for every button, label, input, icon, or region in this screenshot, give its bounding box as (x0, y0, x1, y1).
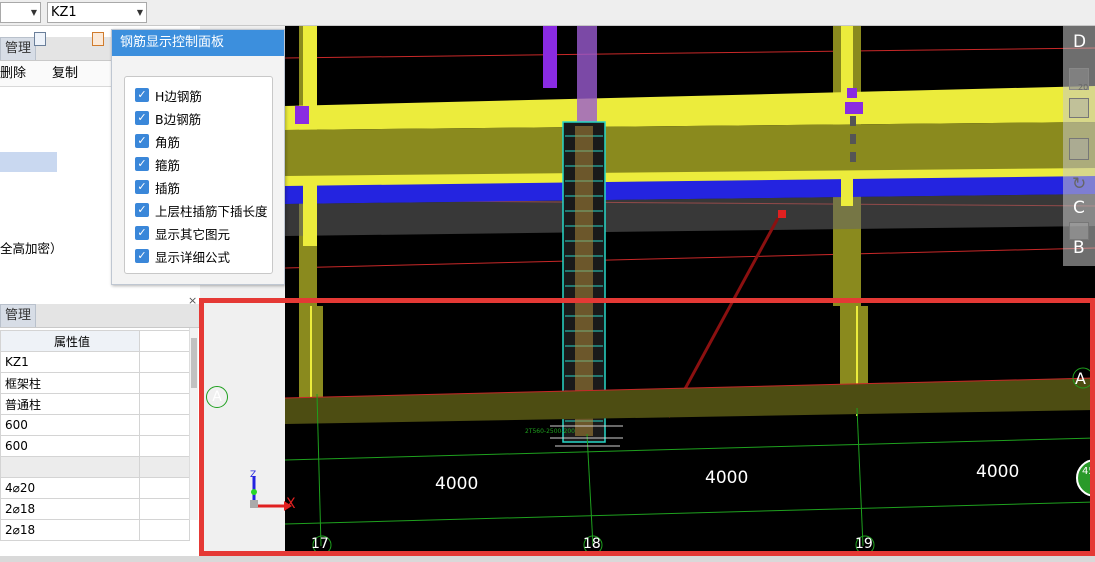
prop-value[interactable]: 4⌀20 (0, 477, 140, 499)
checkbox-checked-icon[interactable]: ✓ (135, 180, 149, 194)
selected-list-item[interactable] (0, 152, 57, 172)
tab-manage[interactable]: 管理 (0, 37, 37, 60)
prop-value[interactable]: 2⌀18 (0, 498, 140, 520)
props-header-extra (139, 330, 190, 352)
copy-icon (34, 32, 46, 46)
purple-element (543, 26, 557, 88)
option-corner-rebar[interactable]: ✓ 角筋 (135, 131, 180, 151)
rotate-icon[interactable]: ↻ (1072, 174, 1086, 194)
purple-element (847, 88, 857, 98)
prop-value (0, 456, 140, 478)
delete-button[interactable]: 删除 (0, 61, 26, 87)
prop-extra (139, 456, 190, 478)
red-grid-line (285, 47, 1095, 59)
column-right-mid (841, 176, 853, 206)
purple-element (845, 102, 863, 114)
checkbox-checked-icon[interactable]: ✓ (135, 111, 149, 125)
prop-value[interactable]: 600 (0, 435, 140, 457)
props-header-value: 属性值 (0, 330, 140, 352)
option-label: B边钢筋 (155, 111, 202, 127)
view-toolbar: D 20 ↻ C B (1063, 26, 1095, 266)
option-label: 显示其它图元 (155, 226, 231, 242)
table-row[interactable]: 普通柱 (0, 393, 190, 415)
prop-extra (139, 351, 190, 373)
option-label: 上层柱插筋下插长度 (155, 203, 268, 219)
properties-table: 属性值 KZ1 框架柱 普通柱 600 600 4⌀20 2⌀18 2⌀18 (0, 330, 190, 541)
checkbox-checked-icon[interactable]: ✓ (135, 226, 149, 240)
checkbox-checked-icon[interactable]: ✓ (135, 88, 149, 102)
table-row[interactable]: 4⌀20 (0, 477, 190, 499)
option-show-other[interactable]: ✓ 显示其它图元 (135, 223, 230, 243)
option-upper-dowel-length[interactable]: ✓ 上层柱插筋下插长度 (135, 200, 268, 220)
view-label-d[interactable]: D (1073, 32, 1086, 52)
option-label: 显示详细公式 (155, 249, 231, 265)
purple-element (577, 26, 597, 126)
box-view-icon[interactable] (1069, 138, 1089, 160)
option-label: 插筋 (155, 180, 181, 196)
component-combo[interactable]: KZ1 ▼ (47, 2, 147, 23)
table-row[interactable]: 600 (0, 435, 190, 457)
list-item-text: 全高加密） (0, 241, 63, 256)
prop-value[interactable]: 框架柱 (0, 372, 140, 394)
prop-extra (139, 393, 190, 415)
checkbox-checked-icon[interactable]: ✓ (135, 157, 149, 171)
option-label: 箍筋 (155, 157, 181, 173)
view-label-b[interactable]: B (1073, 238, 1085, 258)
properties-panel: × 管理 属性值 KZ1 框架柱 普通柱 600 600 4⌀20 2⌀18 2… (0, 294, 200, 562)
copy-button[interactable]: 复制 (52, 61, 78, 87)
prop-value[interactable]: 600 (0, 414, 140, 436)
prop-extra (139, 414, 190, 436)
prop-value[interactable]: KZ1 (0, 351, 140, 373)
prop-value[interactable]: 普通柱 (0, 393, 140, 415)
rebar-options-box: ✓ H边钢筋 ✓ B边钢筋 ✓ 角筋 ✓ 箍筋 ✓ 插筋 ✓ 上层柱插筋下插长度 ✓ 显示其它… (124, 76, 273, 274)
close-icon[interactable]: × (188, 294, 197, 307)
table-row[interactable]: 600 (0, 414, 190, 436)
table-row[interactable] (0, 456, 190, 478)
prop-extra (139, 477, 190, 499)
view-cube-icon[interactable] (1069, 98, 1089, 118)
properties-tab-header: 管理 (0, 304, 200, 328)
table-row[interactable]: 2⌀18 (0, 519, 190, 541)
chevron-down-icon: ▼ (136, 8, 143, 17)
prop-extra (139, 372, 190, 394)
chevron-down-icon: ▼ (30, 8, 37, 17)
option-show-formula[interactable]: ✓ 显示详细公式 (135, 246, 230, 266)
checkbox-checked-icon[interactable]: ✓ (135, 203, 149, 217)
zoom-value: 20 (1078, 83, 1089, 92)
option-b-rebar[interactable]: ✓ B边钢筋 (135, 108, 201, 128)
floor-combo[interactable]: ▼ (0, 2, 41, 23)
checkbox-checked-icon[interactable]: ✓ (135, 134, 149, 148)
tab-manage-props[interactable]: 管理 (0, 304, 37, 327)
prop-extra (139, 519, 190, 541)
option-h-rebar[interactable]: ✓ H边钢筋 (135, 85, 202, 105)
checkbox-checked-icon[interactable]: ✓ (135, 249, 149, 263)
table-row[interactable]: 框架柱 (0, 372, 190, 394)
top-toolbar: ▼ KZ1 ▼ (0, 0, 1095, 26)
selection-point (778, 210, 786, 218)
table-row[interactable]: KZ1 (0, 351, 190, 373)
highlight-frame (199, 298, 1095, 556)
purple-element (295, 106, 309, 124)
option-dowel[interactable]: ✓ 插筋 (135, 177, 180, 197)
option-label: H边钢筋 (155, 88, 202, 104)
column-left-mid (303, 176, 317, 246)
rebar-display-panel: 钢筋显示控制面板 ✓ H边钢筋 ✓ B边钢筋 ✓ 角筋 ✓ 箍筋 ✓ 插筋 ✓ 上层柱插筋下… (111, 29, 285, 285)
option-label: 角筋 (155, 134, 181, 150)
prop-extra (139, 435, 190, 457)
view-label-c[interactable]: C (1073, 198, 1085, 218)
table-row[interactable]: 2⌀18 (0, 498, 190, 520)
prop-extra (139, 498, 190, 520)
scrollbar-thumb[interactable] (191, 338, 197, 388)
paste-icon[interactable] (92, 32, 104, 46)
vertical-scrollbar[interactable] (189, 328, 198, 520)
option-stirrup[interactable]: ✓ 箍筋 (135, 154, 180, 174)
panel-title: 钢筋显示控制面板 (112, 30, 284, 56)
red-grid-line (285, 247, 1095, 269)
component-combo-value: KZ1 (51, 5, 77, 20)
prop-value[interactable]: 2⌀18 (0, 519, 140, 541)
status-strip (0, 556, 1095, 562)
